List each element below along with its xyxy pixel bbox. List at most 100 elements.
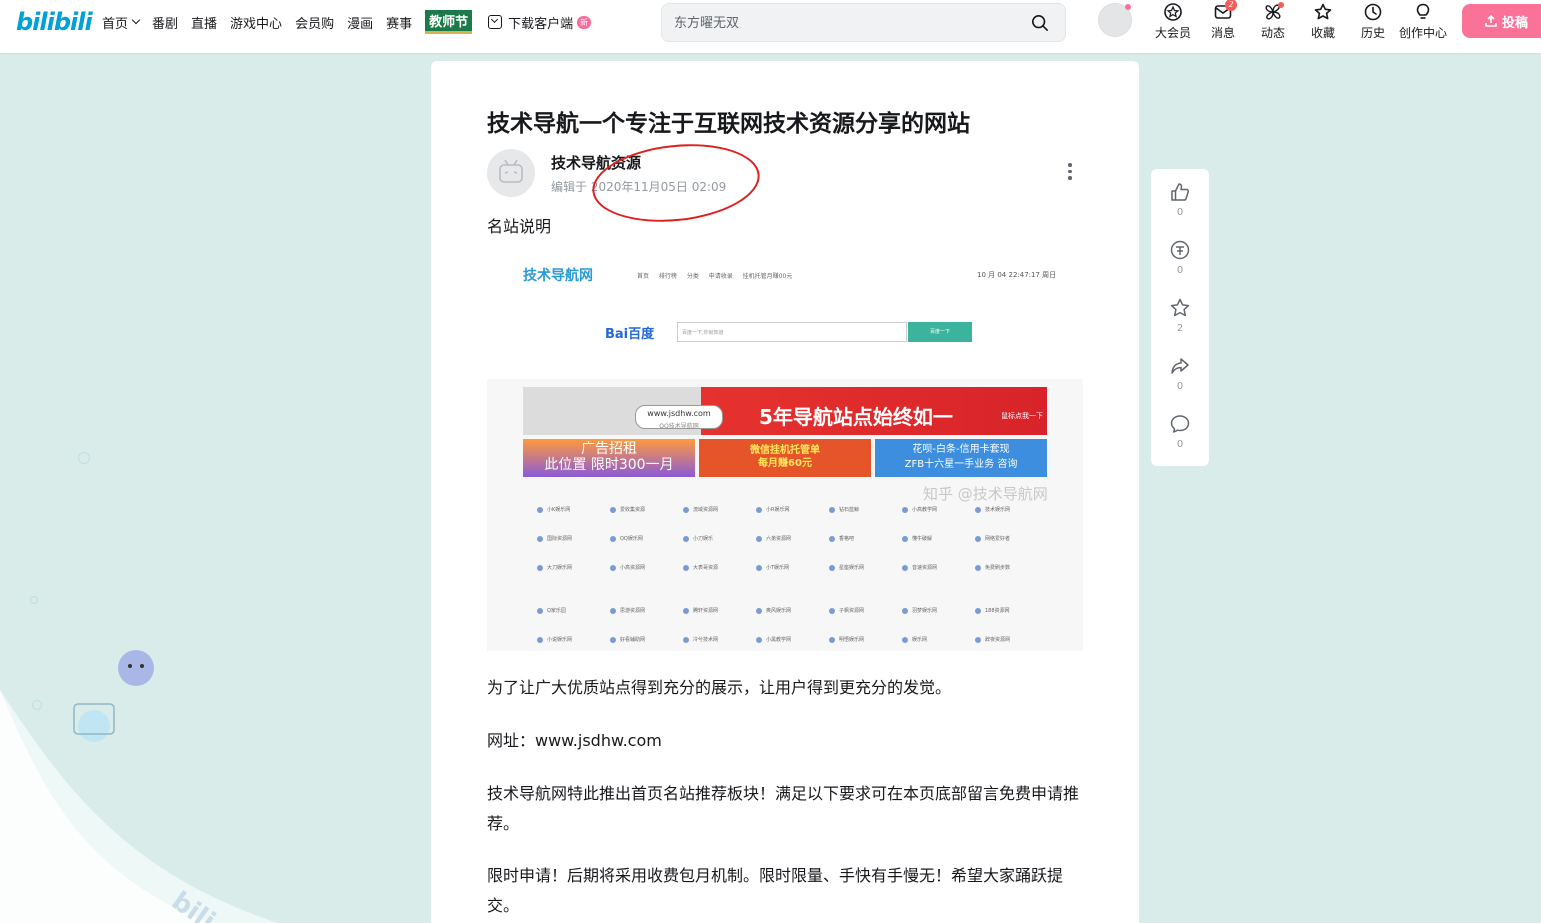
grid-cell: 子枫资源网 bbox=[829, 596, 902, 625]
grid-cell: 小高资源网 bbox=[610, 553, 683, 582]
nav-game-center[interactable]: 游戏中心 bbox=[230, 13, 282, 32]
share-button[interactable]: 0 bbox=[1151, 355, 1209, 392]
message-button[interactable]: 2 消息 bbox=[1198, 0, 1248, 41]
nav-home[interactable]: 首页 bbox=[102, 13, 141, 32]
grid-row: Q家乐园 思游资源网 腾轩资源网 奥风娱乐网 子枫资源网 羽梦娱乐网 188资源… bbox=[537, 596, 1057, 625]
image-ad-credit: 花呗-白条-信用卡套现 ZFB十六星一手业务 咨询 bbox=[875, 439, 1047, 477]
star-button[interactable]: 2 bbox=[1151, 297, 1209, 334]
bubble bbox=[32, 700, 42, 710]
upload-button[interactable]: 投稿 bbox=[1462, 4, 1541, 38]
grid-cell: 冷兮技术网 bbox=[683, 625, 756, 651]
more-options-icon[interactable] bbox=[1067, 163, 1073, 183]
nav-esports[interactable]: 赛事 bbox=[386, 13, 412, 32]
nav-label: 首页 bbox=[102, 16, 129, 32]
grid-cell: 音速资源网 bbox=[902, 553, 975, 582]
dynamic-label: 动态 bbox=[1260, 26, 1285, 40]
grid-cell: 小T娱乐网 bbox=[756, 553, 829, 582]
grid-cell: 小R娱乐网 bbox=[756, 495, 829, 524]
chevron-down-icon bbox=[131, 15, 141, 25]
share-count: 0 bbox=[1176, 381, 1184, 392]
nav-live[interactable]: 直播 bbox=[191, 13, 217, 32]
bubble bbox=[78, 452, 90, 464]
grid-cell: Q家乐园 bbox=[537, 596, 610, 625]
grid-cell: 腾轩资源网 bbox=[683, 596, 756, 625]
image-site-logo: 技术导航网 bbox=[523, 268, 593, 284]
grid-cell: 辞夜资源网 bbox=[975, 625, 1048, 651]
grid-cell: 小刀娱乐 bbox=[683, 524, 756, 553]
image-banner-slogan: 5年导航站点始终如一 bbox=[759, 405, 953, 429]
teacher-festival-banner[interactable]: 教师节 bbox=[425, 10, 473, 34]
article-paragraph: 网址：www.jsdhw.com bbox=[487, 731, 662, 750]
download-icon bbox=[488, 15, 503, 29]
history-button[interactable]: 历史 bbox=[1348, 2, 1398, 41]
nav-mall[interactable]: 会员购 bbox=[295, 13, 334, 32]
grid-row: 大刀娱乐网 小高资源网 大表哥资源 小T娱乐网 星座娱乐网 音速资源网 免费刷步… bbox=[537, 553, 1057, 582]
grid-cell: 奥风娱乐网 bbox=[756, 596, 829, 625]
dynamic-button[interactable]: 动态 bbox=[1248, 2, 1298, 41]
vip-label: 大会员 bbox=[1154, 26, 1191, 40]
download-client-link[interactable]: 下载客户端 新 bbox=[488, 13, 592, 32]
grid-cell: 网络爱好者 bbox=[975, 524, 1048, 553]
new-badge: 新 bbox=[577, 15, 592, 29]
mascot-illustration bbox=[73, 650, 154, 742]
image-baidu-logo: Bai百度 bbox=[605, 327, 655, 342]
article-card: 技术导航一个专注于互联网技术资源分享的网站 技术导航资源 编辑于 2020年11… bbox=[431, 61, 1139, 923]
creator-center-button[interactable]: 创作中心 bbox=[1398, 2, 1448, 41]
article-title: 技术导航一个专注于互联网技术资源分享的网站 bbox=[487, 111, 970, 137]
ad-line: 微信挂机托管单 bbox=[750, 445, 820, 456]
grid-cell: 大刀娱乐网 bbox=[537, 553, 610, 582]
image-top-section: 技术导航网 首页 排行榜 分类 申请收录 挂机托管月赚00元 10 月 04 2… bbox=[487, 247, 1083, 379]
vip-button[interactable]: 大会员 bbox=[1148, 2, 1198, 41]
nav-manga[interactable]: 漫画 bbox=[347, 13, 373, 32]
top-navbar: bilibili 首页 番剧 直播 游戏中心 会员购 漫画 赛事 教师节 下载客… bbox=[0, 0, 1541, 53]
image-ad-wechat: 微信挂机托管单 每月赚60元 bbox=[699, 439, 871, 477]
edit-prefix: 编辑于 bbox=[551, 180, 588, 194]
history-label: 历史 bbox=[1360, 26, 1385, 40]
image-main-banner: www.jsdhw.com QQ技术导航网 5年导航站点始终如一 鼠标点我一下 bbox=[523, 387, 1047, 435]
bilibili-logo[interactable]: bilibili bbox=[16, 8, 93, 36]
header-right-icons: 大会员 2 消息 动态 收藏 历史 创作中心 bbox=[1148, 0, 1448, 41]
article-paragraph: 限时申请！后期将采用收费包月机制。限时限量、手快有手慢无！希望大家踊跃提交。 bbox=[487, 866, 1064, 915]
favorite-label: 收藏 bbox=[1310, 26, 1335, 40]
search-input[interactable] bbox=[674, 13, 1014, 33]
grid-cell: 爱收集资源 bbox=[610, 495, 683, 524]
favorite-button[interactable]: 收藏 bbox=[1298, 2, 1348, 41]
like-count: 0 bbox=[1176, 207, 1184, 218]
grid-cell: 188资源网 bbox=[975, 596, 1048, 625]
like-icon bbox=[1171, 183, 1190, 201]
image-banner-hint: 鼠标点我一下 bbox=[1001, 412, 1043, 420]
author-avatar[interactable] bbox=[487, 149, 535, 197]
banner-url-text: www.jsdhw.com bbox=[647, 409, 711, 418]
nav-anime[interactable]: 番剧 bbox=[152, 13, 178, 32]
dynamic-dot bbox=[1278, 2, 1284, 8]
comment-button[interactable]: 0 bbox=[1151, 413, 1209, 450]
grid-cell: 钻石蓝鲸 bbox=[829, 495, 902, 524]
star-count: 2 bbox=[1176, 323, 1184, 334]
grid-cell: 大表哥资源 bbox=[683, 553, 756, 582]
main-nav: 首页 番剧 直播 游戏中心 会员购 漫画 赛事 教师节 下载客户端 新 bbox=[102, 10, 592, 34]
article-paragraph: 技术导航网特此推出首页名站推荐板块！满足以下要求可在本页底部留言免费申请推荐。 bbox=[487, 784, 1080, 833]
search-icon[interactable] bbox=[1031, 14, 1049, 32]
article-subhead: 名站说明 bbox=[487, 217, 552, 236]
banner-url-sub: QQ技术导航网 bbox=[659, 423, 699, 430]
upload-label: 投稿 bbox=[1502, 15, 1529, 31]
image-search-box: 百度一下,你就知道 bbox=[677, 322, 907, 342]
grid-cell: QQ娱乐网 bbox=[610, 524, 683, 553]
ad-line: 此位置 限时300一月 bbox=[544, 457, 674, 473]
like-button[interactable]: 0 bbox=[1151, 181, 1209, 218]
image-search-button: 百度一下 bbox=[908, 322, 972, 342]
user-avatar[interactable] bbox=[1098, 3, 1132, 37]
message-label: 消息 bbox=[1210, 26, 1235, 40]
grid-cell: 星座娱乐网 bbox=[829, 553, 902, 582]
comment-count: 0 bbox=[1176, 439, 1184, 450]
grid-cell: 思游资源网 bbox=[610, 596, 683, 625]
image-banner-url: www.jsdhw.com QQ技术导航网 bbox=[635, 405, 723, 430]
image-ad-rent: 广告招租 此位置 限时300一月 bbox=[523, 439, 695, 477]
coin-button[interactable]: 0 bbox=[1151, 239, 1209, 276]
grid-row: 国际资源网 QQ娱乐网 小刀娱乐 六弟资源网 香格吧 懂牛破解 网络爱好者 bbox=[537, 524, 1057, 553]
article-screenshot-image: 技术导航网 首页 排行榜 分类 申请收录 挂机托管月赚00元 10 月 04 2… bbox=[487, 247, 1083, 651]
article-paragraph: 为了让广大优质站点得到充分的展示，让用户得到更充分的发觉。 bbox=[487, 678, 952, 697]
bubble bbox=[30, 596, 38, 604]
creator-icon bbox=[1416, 3, 1430, 19]
grid-cell: 懂牛破解 bbox=[902, 524, 975, 553]
